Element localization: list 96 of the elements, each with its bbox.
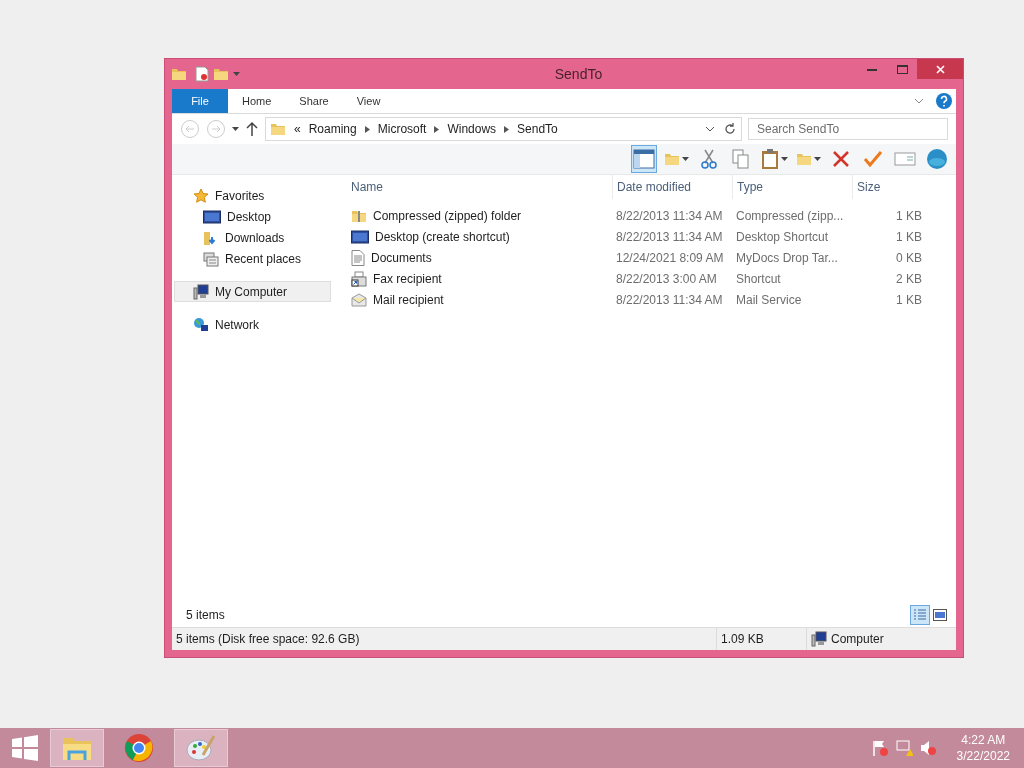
folder-icon — [270, 121, 286, 137]
taskbar-app[interactable] — [174, 729, 228, 767]
close-button[interactable] — [917, 59, 963, 79]
folder-icon — [664, 151, 680, 167]
computer-icon — [193, 283, 209, 300]
folder-icon — [171, 66, 187, 82]
chevron-icon — [364, 125, 370, 133]
address-bar[interactable]: « Roaming Microsoft Windows SendTo — [265, 117, 742, 141]
flag-icon[interactable] — [870, 739, 889, 757]
network-icon — [193, 316, 209, 333]
recent-locations-icon — [232, 127, 239, 131]
monitor-icon — [203, 209, 221, 224]
checkmark-icon — [863, 150, 883, 168]
history-dropdown-icon[interactable] — [705, 124, 715, 134]
table-cell-text: 8/22/2013 11:34 AM — [615, 207, 724, 225]
column-header[interactable]: Date modified — [612, 175, 732, 199]
column-header[interactable]: Type — [732, 175, 852, 199]
dropdown-arrow-icon — [781, 157, 788, 161]
table-cell-text: 8/22/2013 11:34 AM — [615, 228, 724, 246]
table-cell-text: Desktop Shortcut — [735, 228, 830, 246]
breadcrumb[interactable]: SendTo — [517, 122, 558, 136]
table-cell-text: 0 KB — [895, 249, 922, 267]
layout-button[interactable] — [631, 145, 657, 173]
globe-icon — [926, 148, 948, 170]
details-view-icon — [913, 609, 927, 621]
recent-places-icon — [203, 250, 219, 267]
layout-icon — [633, 149, 655, 169]
table-cell-text: MyDocs Drop Tar... — [735, 249, 839, 267]
item-count: 5 items — [186, 608, 226, 622]
chevron-icon — [434, 125, 440, 133]
breadcrumb[interactable]: Windows — [447, 122, 497, 136]
minimize-icon — [867, 67, 877, 71]
chevron-icon — [504, 125, 510, 133]
taskbar-app[interactable] — [50, 729, 104, 767]
table-cell-text: 8/22/2013 3:00 AM — [615, 270, 718, 288]
column-header[interactable]: Name — [351, 175, 612, 199]
fax-icon — [351, 270, 367, 287]
monitor-icon — [351, 229, 369, 244]
clipboard-icon — [761, 148, 779, 170]
table-cell-text: 8/22/2013 11:34 AM — [615, 291, 724, 309]
nav-item[interactable]: Favorites — [174, 185, 331, 206]
breadcrumb[interactable]: Roaming — [308, 122, 357, 136]
envelope-icon — [351, 292, 367, 307]
table-cell-text: 12/24/2021 8:09 AM — [615, 249, 725, 267]
table-cell-text: 1 KB — [895, 207, 922, 225]
nav-item[interactable]: Network — [174, 314, 331, 335]
file-name[interactable]: Desktop (create shortcut) — [351, 226, 612, 247]
table-cell-text: 1 KB — [895, 228, 922, 246]
table-cell-text: 2 KB — [895, 270, 922, 288]
speaker-muted-icon[interactable] — [918, 739, 937, 757]
dropdown-arrow-icon — [814, 157, 821, 161]
status-text: 1.09 KB — [721, 632, 764, 646]
file-name[interactable]: Compressed (zipped) folder — [351, 205, 612, 226]
ribbon-tab[interactable]: View — [342, 89, 395, 113]
nav-item[interactable]: My Computer — [174, 281, 331, 302]
file-tab[interactable]: File — [172, 89, 228, 113]
preview-view-icon — [933, 609, 947, 621]
close-icon — [935, 64, 945, 74]
table-cell-text: Compressed (zipp... — [735, 207, 845, 225]
new-folder-icon — [213, 66, 229, 82]
ribbon-tab[interactable]: Share — [285, 89, 343, 113]
nav-item[interactable]: Desktop — [174, 206, 331, 227]
search-field[interactable]: Search SendTo — [748, 118, 948, 140]
document-icon — [351, 249, 365, 266]
nav-item[interactable]: Downloads — [174, 227, 331, 248]
table-cell-text: 1 KB — [895, 291, 922, 309]
nav-item[interactable]: Recent places — [174, 248, 331, 269]
file-name[interactable]: Fax recipient — [351, 268, 612, 289]
maximize-icon — [896, 64, 908, 74]
folder-icon — [796, 151, 812, 167]
breadcrumb[interactable]: Microsoft — [377, 122, 427, 136]
palette-icon — [185, 733, 217, 763]
browser-icon — [124, 733, 154, 763]
delete-icon — [832, 150, 850, 168]
file-name[interactable]: Documents — [351, 247, 612, 268]
customize-arrow-icon — [233, 72, 240, 76]
breadcrumb-overflow[interactable]: « — [294, 122, 301, 136]
copy-icon — [732, 149, 750, 169]
window-title: SendTo — [553, 66, 604, 82]
refresh-icon[interactable] — [723, 122, 737, 136]
status-text: 5 items (Disk free space: 92.6 GB) — [176, 632, 360, 646]
status-text: Computer — [831, 632, 884, 646]
column-header[interactable]: Size — [852, 175, 922, 199]
up-button[interactable] — [245, 121, 259, 137]
text-box-icon — [894, 152, 916, 166]
ribbon-tab[interactable]: Home — [228, 89, 286, 113]
table-cell-text: Mail Service — [735, 291, 803, 309]
properties-icon — [195, 66, 209, 82]
network-warning-icon[interactable] — [894, 739, 913, 757]
table-cell-text: Shortcut — [735, 270, 782, 288]
star-icon — [193, 187, 209, 204]
dropdown-arrow-icon — [682, 157, 689, 161]
start-button[interactable] — [12, 735, 38, 761]
scissors-icon — [701, 149, 717, 169]
file-name[interactable]: Mail recipient — [351, 289, 612, 310]
computer-icon — [811, 631, 827, 647]
